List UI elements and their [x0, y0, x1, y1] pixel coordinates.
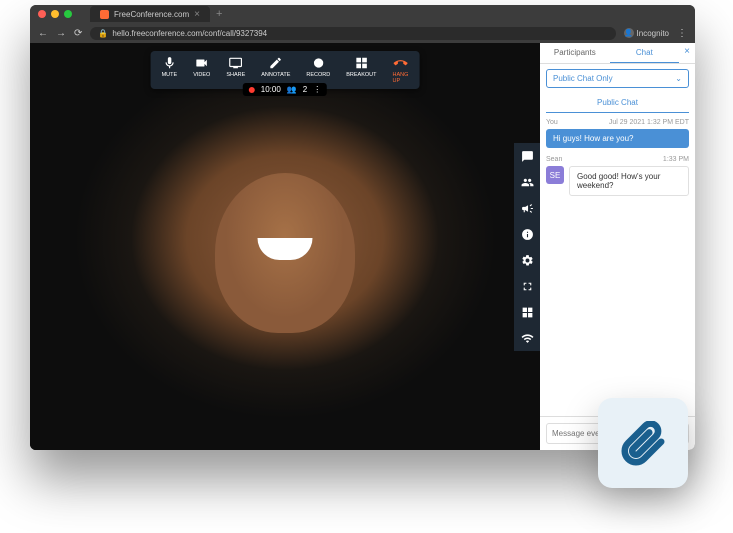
window-minimize[interactable] — [51, 10, 59, 18]
tab-participants[interactable]: Participants — [540, 43, 610, 63]
chat-scope-dropdown[interactable]: Public Chat Only ⌄ — [546, 69, 689, 88]
window-maximize[interactable] — [64, 10, 72, 18]
pencil-icon — [269, 56, 283, 70]
browser-tab[interactable]: FreeConference.com × — [90, 6, 210, 22]
video-button[interactable]: VIDEO — [185, 54, 218, 86]
msg-timestamp: Jul 29 2021 1:32 PM EDT — [609, 119, 689, 126]
chat-tabs: Participants Chat × — [540, 43, 695, 64]
message-bubble: Hi guys! How are you? — [546, 129, 689, 148]
record-icon — [311, 56, 325, 70]
side-participants-button[interactable] — [514, 169, 540, 195]
incognito-badge: 👤 Incognito — [624, 28, 669, 38]
breakout-button[interactable]: BREAKOUT — [338, 54, 384, 86]
browser-window: FreeConference.com × + ← → ⟳ 🔒 hello.fre… — [30, 5, 695, 450]
side-settings-button[interactable] — [514, 247, 540, 273]
close-panel-icon[interactable]: × — [679, 43, 695, 63]
microphone-icon — [162, 56, 176, 70]
grid-icon — [354, 56, 368, 70]
address-bar: ← → ⟳ 🔒 hello.freeconference.com/conf/ca… — [30, 23, 695, 43]
url-field[interactable]: 🔒 hello.freeconference.com/conf/call/932… — [90, 27, 615, 40]
message-group: You Jul 29 2021 1:32 PM EDT Hi guys! How… — [546, 119, 689, 148]
tab-title: FreeConference.com — [114, 10, 189, 19]
chevron-down-icon: ⌄ — [675, 74, 682, 83]
side-fullscreen-button[interactable] — [514, 273, 540, 299]
paperclip-icon — [621, 421, 666, 466]
forward-button[interactable]: → — [56, 28, 66, 39]
share-button[interactable]: SHARE — [218, 54, 253, 86]
side-chat-button[interactable] — [514, 143, 540, 169]
video-area: MUTE VIDEO SHARE ANNOTATE RECORD — [30, 43, 540, 450]
side-network-button[interactable] — [514, 325, 540, 351]
chat-section-header: Public Chat — [546, 93, 689, 113]
tab-chat[interactable]: Chat — [610, 43, 680, 63]
avatar: SE — [546, 166, 564, 184]
participant-video — [30, 43, 540, 450]
side-layout-button[interactable] — [514, 299, 540, 325]
tab-close-icon[interactable]: × — [194, 9, 200, 20]
mute-button[interactable]: MUTE — [154, 54, 186, 86]
rec-dot-icon — [249, 87, 255, 93]
menu-button[interactable]: ⋮ — [677, 28, 687, 39]
side-info-button[interactable] — [514, 221, 540, 247]
msg-sender: Sean — [546, 156, 562, 163]
lock-icon: 🔒 — [98, 29, 108, 38]
incognito-icon: 👤 — [624, 28, 634, 38]
record-button[interactable]: RECORD — [298, 54, 338, 86]
window-close[interactable] — [38, 10, 46, 18]
participants-icon: 👥 — [287, 85, 297, 94]
attachment-card[interactable] — [598, 398, 688, 488]
side-toolbar — [514, 143, 540, 351]
status-more[interactable]: ⋮ — [313, 85, 321, 94]
message-bubble: Good good! How's your weekend? — [569, 166, 689, 196]
status-bar: 10:00 👥 2 ⋮ — [243, 83, 327, 96]
annotate-button[interactable]: ANNOTATE — [253, 54, 298, 86]
url-text: hello.freeconference.com/conf/call/93273… — [112, 29, 267, 38]
screen-icon — [229, 56, 243, 70]
hangup-button[interactable]: HANG UP — [385, 54, 417, 86]
favicon-icon — [100, 10, 109, 19]
elapsed-time: 10:00 — [261, 85, 281, 94]
camera-icon — [195, 56, 209, 70]
new-tab-button[interactable]: + — [216, 8, 222, 20]
content: MUTE VIDEO SHARE ANNOTATE RECORD — [30, 43, 695, 450]
chat-panel: Participants Chat × Public Chat Only ⌄ P… — [540, 43, 695, 450]
msg-timestamp: 1:33 PM — [663, 156, 689, 163]
phone-icon — [393, 56, 407, 70]
chat-messages: You Jul 29 2021 1:32 PM EDT Hi guys! How… — [540, 113, 695, 416]
participant-count: 2 — [303, 85, 307, 94]
reload-button[interactable]: ⟳ — [74, 28, 82, 39]
titlebar: FreeConference.com × + — [30, 5, 695, 23]
back-button[interactable]: ← — [38, 28, 48, 39]
message-group: Sean 1:33 PM SE Good good! How's your we… — [546, 156, 689, 196]
side-announce-button[interactable] — [514, 195, 540, 221]
msg-sender: You — [546, 119, 558, 126]
traffic-lights — [38, 10, 72, 18]
